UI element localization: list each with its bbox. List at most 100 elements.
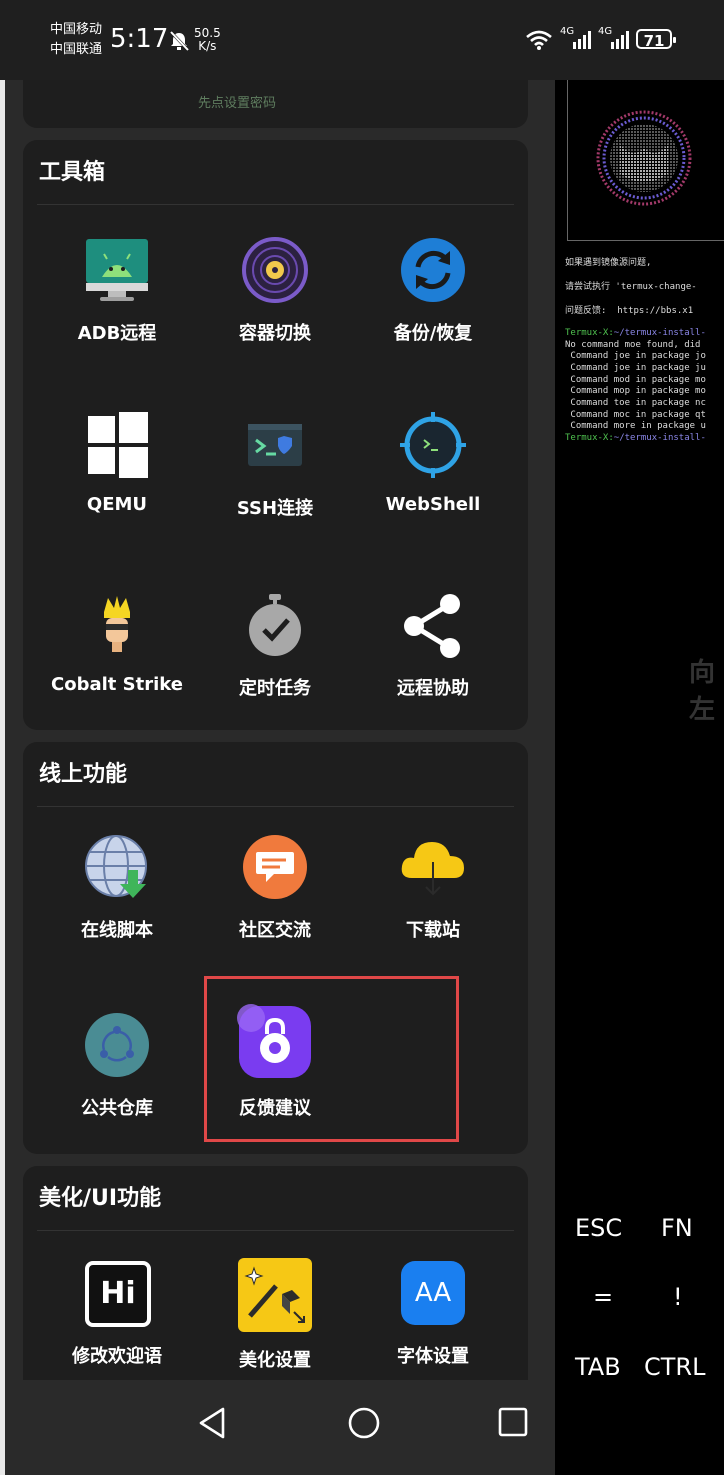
terminal-view[interactable]: 如果遇到镜像源问题, 请尝试执行 'termux-change- 问题反馈: h… [555, 80, 724, 1475]
tool-label: 下载站 [406, 920, 460, 941]
password-hint: 先点设置密码 [198, 96, 277, 111]
signal-1-icon [573, 31, 591, 49]
aa-text: AA [401, 1261, 465, 1325]
tool-label: 备份/恢复 [393, 323, 473, 344]
tool-scheduled-tasks[interactable]: 定时任务 [196, 590, 354, 700]
tool-label: 美化设置 [239, 1350, 311, 1371]
carrier-labels: 中国移动 中国联通 [50, 20, 102, 60]
recents-icon[interactable] [497, 1406, 529, 1438]
divider [37, 1230, 514, 1231]
font-aa-icon: AA [398, 1258, 468, 1328]
tool-container-switch[interactable]: 容器切换 [196, 235, 354, 345]
terminal-shield-icon [240, 410, 310, 480]
carrier-1: 中国移动 [50, 22, 103, 37]
vinyl-disc-icon [240, 235, 310, 305]
toolbox-card: 工具箱 ADB远程 容器切换 备份/恢复 QEMU SSH连接 WebShell… [23, 140, 528, 730]
key-esc[interactable]: ESC [575, 1214, 622, 1242]
prompt-host: Termux-X: [565, 433, 614, 443]
tool-label: 定时任务 [239, 678, 311, 699]
magic-wand-icon [238, 1258, 312, 1332]
tool-label: ADB远程 [77, 323, 157, 344]
terminal-line: 如果遇到镜像源问题, [565, 258, 652, 268]
signal-2-icon [611, 31, 629, 49]
navigation-bar [5, 1380, 555, 1475]
prompt-path: ~/termux-install- [613, 328, 706, 338]
drawer-hint-text: 向左 [689, 658, 716, 725]
terminal-output: Command moc in package qt [565, 410, 706, 420]
wifi-icon [526, 30, 552, 50]
key-fn[interactable]: FN [661, 1214, 693, 1242]
share-icon [398, 590, 468, 660]
divider [37, 806, 514, 807]
tool-beautify-settings[interactable]: 美化设置 [196, 1258, 354, 1372]
android-monitor-icon [82, 235, 152, 305]
key-ctrl[interactable]: CTRL [644, 1353, 705, 1381]
tool-font-settings[interactable]: AA 字体设置 [354, 1258, 512, 1368]
tool-webshell[interactable]: WebShell [354, 410, 512, 515]
terminal-prompt: Termux-X:~/termux-install- [565, 328, 706, 340]
tool-public-repo[interactable]: 公共仓库 [38, 1010, 196, 1120]
terminal-line: 请尝试执行 'termux-change- [565, 282, 697, 292]
windows-logo-icon [82, 410, 152, 480]
tool-label: 社区交流 [239, 920, 311, 941]
tool-download-station[interactable]: 下载站 [354, 832, 512, 942]
terminal-output: Command joe in package jo [565, 351, 706, 361]
back-icon[interactable] [197, 1406, 227, 1440]
online-title: 线上功能 [39, 762, 128, 787]
terminal-output: Command mod in package mo [565, 375, 706, 385]
globe-download-icon [82, 832, 152, 902]
terminal-line: 问题反馈: https://bbs.x1 [565, 306, 694, 316]
prompt-host: Termux-X: [565, 328, 614, 338]
hi-badge-icon: Hi [82, 1258, 152, 1328]
status-bar: 中国移动 中国联通 5:17 50.5 K/s 4G 4G 71 [0, 0, 724, 80]
key-tab[interactable]: TAB [575, 1353, 621, 1381]
tool-label: SSH连接 [236, 498, 314, 519]
tool-backup-restore[interactable]: 备份/恢复 [354, 235, 512, 345]
tool-label: 公共仓库 [81, 1098, 153, 1119]
terminal-output: Command joe in package ju [565, 363, 706, 373]
net-speed: 50.5 K/s [194, 27, 221, 53]
carrier-2: 中国联通 [50, 42, 103, 57]
ascii-art-banner [567, 80, 724, 241]
repo-share-icon [82, 1010, 152, 1080]
tool-label: 容器切换 [239, 323, 311, 344]
password-card[interactable]: 先点设置密码 [23, 80, 528, 128]
key-equals[interactable]: = [593, 1283, 613, 1311]
tool-label: 修改欢迎语 [72, 1346, 162, 1367]
terminal-output: No command moe found, did [565, 340, 701, 350]
tool-label: WebShell [385, 494, 481, 515]
tool-welcome-message[interactable]: Hi 修改欢迎语 [38, 1258, 196, 1368]
sync-icon [398, 235, 468, 305]
tool-label: QEMU [86, 494, 148, 515]
divider [37, 204, 514, 205]
clock: 5:17 [110, 24, 169, 54]
crosshair-terminal-icon [398, 410, 468, 480]
tool-ssh[interactable]: SSH连接 [196, 410, 354, 520]
tool-label: 字体设置 [397, 1346, 469, 1367]
toolbox-title: 工具箱 [39, 160, 106, 185]
highlight-box [204, 976, 459, 1142]
tool-qemu[interactable]: QEMU [38, 410, 196, 515]
tool-adb-remote[interactable]: ADB远程 [38, 235, 196, 345]
chat-bubble-icon [240, 832, 310, 902]
prompt-path: ~/termux-install- [613, 433, 706, 443]
beautify-title: 美化/UI功能 [39, 1186, 162, 1211]
ascii-logo-icon [596, 110, 692, 206]
tool-label: 在线脚本 [81, 920, 153, 941]
terminal-output: Command more in package u [565, 421, 706, 431]
stopwatch-check-icon [240, 590, 310, 660]
hi-text: Hi [85, 1261, 151, 1327]
home-icon[interactable] [347, 1406, 381, 1440]
tool-remote-assist[interactable]: 远程协助 [354, 590, 512, 700]
beautify-card: 美化/UI功能 Hi 修改欢迎语 美化设置 AA 字体设置 [23, 1166, 528, 1380]
terminal-prompt: Termux-X:~/termux-install- [565, 433, 706, 445]
terminal-output: Command toe in package nc [565, 398, 706, 408]
tool-community[interactable]: 社区交流 [196, 832, 354, 942]
tool-online-scripts[interactable]: 在线脚本 [38, 832, 196, 942]
key-exclaim[interactable]: ! [673, 1283, 683, 1311]
tool-label: Cobalt Strike [51, 674, 183, 695]
tool-cobalt-strike[interactable]: Cobalt Strike [38, 590, 196, 695]
bell-muted-icon [169, 30, 190, 52]
app-panel: 先点设置密码 工具箱 ADB远程 容器切换 备份/恢复 QEMU SSH连接 W… [5, 80, 555, 1380]
terminal-output: Command mop in package mo [565, 386, 706, 396]
